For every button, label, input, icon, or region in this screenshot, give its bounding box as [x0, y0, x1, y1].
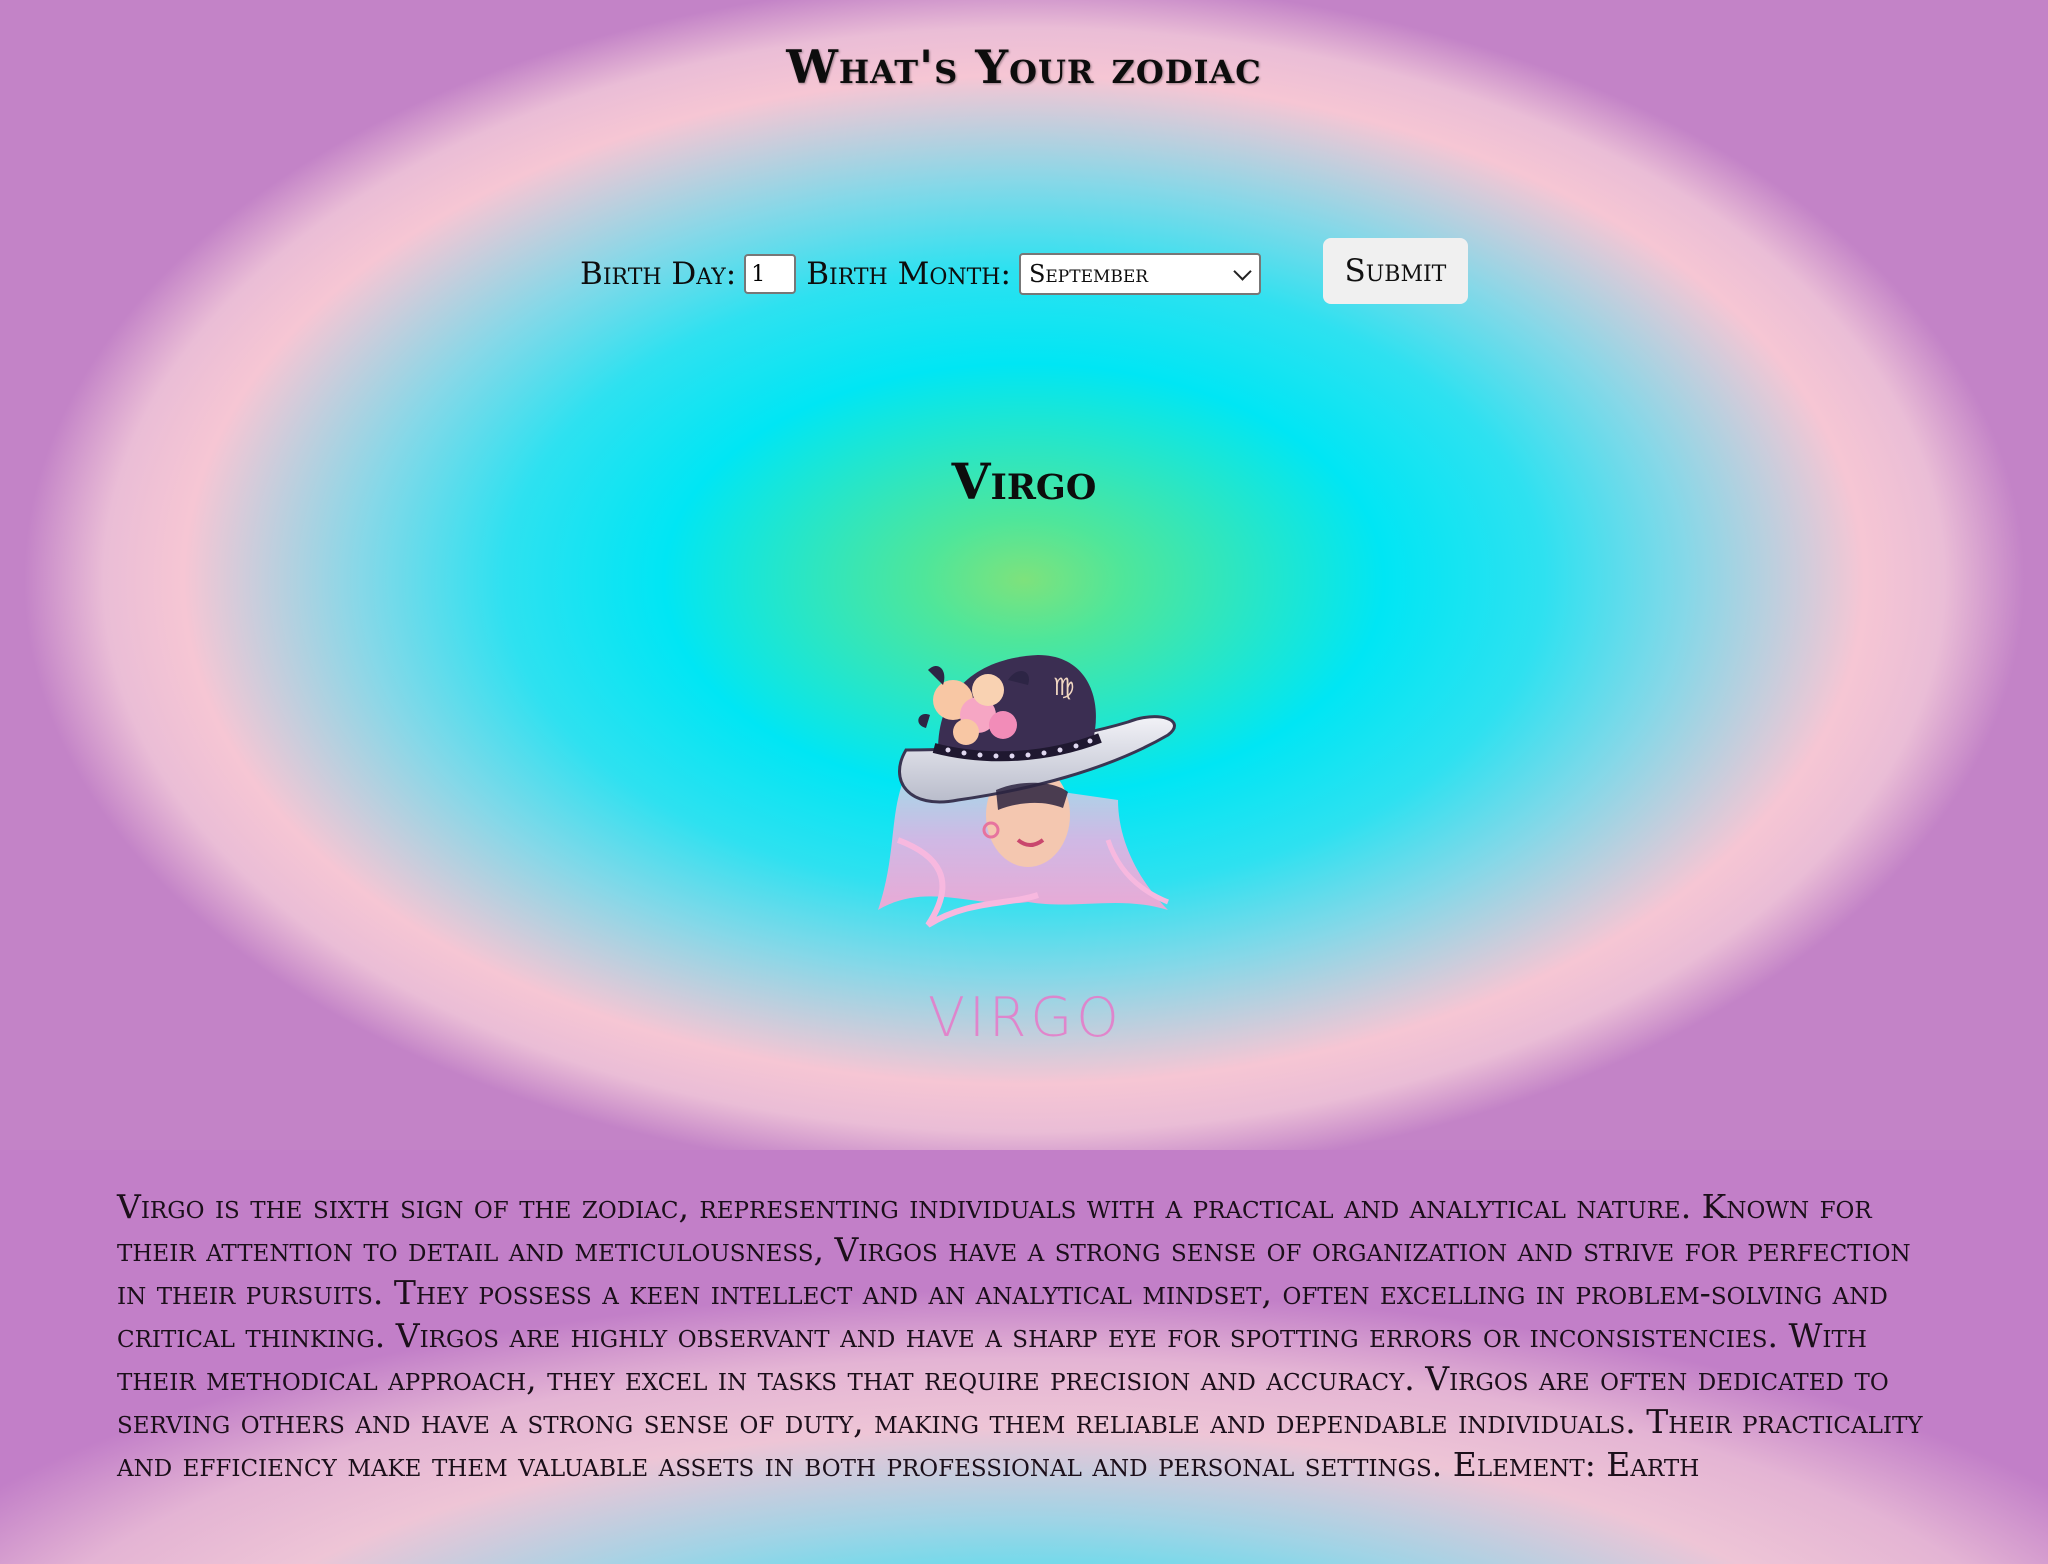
svg-text:♍: ♍ [1053, 673, 1075, 701]
birth-month-label: Birth Month: [806, 256, 1011, 292]
birth-day-input[interactable] [744, 254, 797, 294]
birth-month-selected: September [1028, 260, 1149, 288]
zodiac-wordmark: VIRGO [928, 988, 1120, 1040]
page-title: What's Your zodiac [786, 40, 1262, 94]
birth-form: Birth Day: Birth Month: September Submit [0, 238, 2048, 304]
sign-title: Virgo [951, 452, 1097, 511]
sign-description: Virgo is the sixth sign of the zodiac, r… [117, 1187, 1923, 1484]
submit-button[interactable]: Submit [1322, 238, 1468, 304]
birth-month-select[interactable]: September [1018, 253, 1261, 295]
birth-day-label: Birth Day: [580, 256, 737, 292]
virgo-illustration: ♍ [878, 655, 1176, 928]
chevron-down-icon [1233, 261, 1252, 281]
